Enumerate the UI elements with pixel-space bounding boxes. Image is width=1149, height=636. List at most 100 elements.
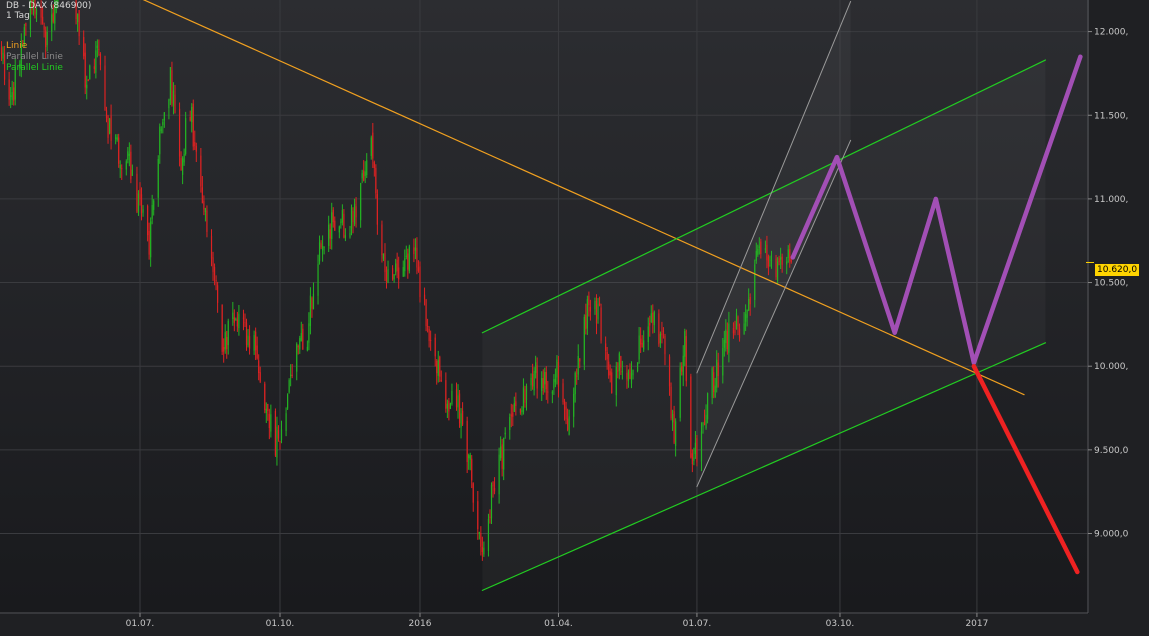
candle-body	[238, 313, 240, 329]
candle-body	[659, 333, 662, 344]
candle-body	[233, 317, 235, 323]
candle-body	[626, 373, 628, 380]
candle-body	[586, 299, 588, 329]
candle-body	[608, 361, 610, 376]
candle-body	[370, 137, 372, 156]
candle-body	[653, 311, 655, 326]
candle-body	[331, 212, 333, 240]
candle-body	[702, 422, 704, 427]
candle-body	[139, 188, 141, 200]
candle-body	[500, 446, 502, 459]
candle-body	[402, 267, 404, 277]
candle-body	[396, 259, 398, 272]
candle-body	[542, 378, 544, 389]
chart-canvas: 9.000,0 9.500,0 10.000, 10.500, 11.000, 11.50…	[0, 0, 1149, 636]
candle-body	[725, 329, 727, 344]
candle-body	[99, 53, 102, 65]
candle-body	[519, 408, 522, 413]
candle-body	[693, 457, 695, 462]
candle-body	[277, 430, 280, 439]
candle-body	[45, 30, 47, 48]
candle-body	[42, 16, 44, 24]
x-tick-label: 01.07.	[126, 619, 155, 629]
candle-body	[355, 206, 357, 218]
candle-body	[142, 209, 144, 213]
candle-body	[579, 358, 581, 362]
candle-body	[588, 295, 590, 306]
candle-body	[662, 330, 665, 333]
candle-body	[480, 532, 482, 547]
candle-body	[172, 90, 175, 106]
candle-body	[210, 236, 213, 259]
candle-body	[311, 298, 313, 309]
candle-body	[328, 224, 330, 246]
candle-body	[658, 313, 660, 345]
candle-body	[568, 416, 570, 435]
y-axis-panel	[1089, 0, 1149, 636]
candle-body	[716, 359, 718, 388]
candle-body	[738, 328, 741, 339]
candle-body	[551, 391, 553, 394]
candle-body	[87, 79, 89, 81]
candle-body	[382, 253, 385, 259]
chart-title: DB - DAX (846900)	[6, 1, 92, 11]
candle-body	[530, 377, 532, 386]
legend-entry-linie: Linie	[6, 41, 28, 51]
candle-body	[391, 268, 394, 280]
candle-body	[416, 247, 418, 268]
candle-body	[361, 173, 363, 179]
candle-body	[343, 213, 345, 238]
candle-body	[306, 346, 308, 351]
candle-body	[746, 309, 748, 318]
candle-body	[786, 261, 788, 265]
candle-body	[300, 332, 302, 342]
candle-body	[627, 371, 630, 382]
candle-body	[160, 129, 162, 131]
candle-body	[2, 52, 4, 59]
candle-body	[116, 137, 118, 140]
candle-body	[574, 372, 576, 395]
candle-body	[224, 332, 226, 350]
candle-body	[162, 122, 164, 125]
candle-body	[780, 257, 782, 260]
candle-body	[734, 330, 736, 333]
candle-body	[573, 393, 575, 417]
candle-body	[703, 420, 706, 426]
candle-body	[711, 368, 713, 398]
candle-body	[425, 299, 427, 327]
candle-body	[338, 226, 340, 233]
candle-body	[148, 231, 150, 255]
candle-body	[737, 317, 739, 327]
candle-body	[405, 255, 407, 257]
candle-body	[395, 263, 397, 273]
candle-body	[320, 243, 322, 248]
candle-body	[408, 246, 410, 272]
candle-body	[513, 403, 515, 412]
candle-body	[775, 258, 777, 278]
candle-body	[632, 369, 634, 376]
candle-body	[691, 453, 693, 465]
candle-body	[232, 312, 234, 319]
y-tick-label: 10.000,	[1094, 362, 1128, 372]
candle-body	[510, 414, 512, 417]
legend-entry-parallel-linie-green: Parallel Linie	[6, 63, 63, 73]
candle-body	[127, 151, 129, 160]
candle-body	[226, 337, 228, 350]
candle-body	[118, 137, 120, 164]
candle-body	[512, 412, 514, 417]
candle-body	[334, 220, 336, 231]
candle-body	[384, 252, 386, 273]
x-tick-label: 01.10.	[266, 619, 295, 629]
candle-body	[636, 362, 639, 371]
x-tick-label: 01.04.	[544, 619, 573, 629]
candle-body	[419, 266, 421, 298]
candle-body	[781, 256, 783, 265]
candle-body	[471, 458, 473, 481]
candle-body	[381, 224, 383, 256]
candle-body	[204, 208, 207, 213]
candle-body	[194, 141, 196, 147]
candle-body	[83, 37, 85, 57]
candle-body	[309, 295, 312, 327]
candle-body	[349, 232, 351, 238]
candle-body	[439, 356, 441, 377]
